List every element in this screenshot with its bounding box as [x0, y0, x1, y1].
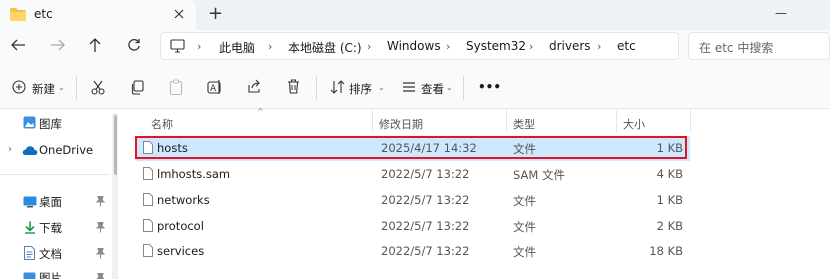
breadcrumb-item[interactable]: Windows: [387, 39, 441, 53]
svg-text:A: A: [210, 84, 217, 94]
new-tab-button[interactable]: +: [208, 5, 223, 23]
document-icon: [24, 246, 35, 260]
pane-divider: [0, 174, 110, 175]
breadcrumb-separator: ›: [367, 40, 372, 53]
rename-icon[interactable]: A: [207, 79, 223, 95]
pictures-icon: [23, 272, 36, 279]
file-modified: 2022/5/7 13:22: [381, 193, 470, 207]
breadcrumb-separator: ›: [268, 40, 273, 53]
pin-icon: [96, 273, 105, 279]
file-name[interactable]: services: [157, 244, 204, 258]
new-plus-icon[interactable]: [12, 80, 26, 94]
column-divider[interactable]: [506, 110, 507, 132]
sidebar-item-desktop[interactable]: 桌面: [39, 194, 62, 210]
desktop-icon: [23, 196, 37, 208]
pin-icon: [96, 196, 105, 207]
file-icon: [143, 193, 153, 206]
breadcrumb-item[interactable]: System32: [466, 39, 526, 53]
file-modified: 2025/4/17 14:32: [381, 141, 477, 155]
copy-icon[interactable]: [130, 80, 144, 95]
breadcrumb-separator: ›: [597, 40, 602, 53]
expand-chevron-icon[interactable]: ›: [8, 144, 12, 155]
file-size: 1 KB: [656, 141, 683, 155]
file-icon: [143, 244, 153, 257]
file-modified: 2022/5/7 13:22: [381, 244, 470, 258]
breadcrumb-item-current[interactable]: etc: [617, 39, 636, 53]
file-modified: 2022/5/7 13:22: [381, 219, 470, 233]
folder-icon: [10, 8, 26, 21]
view-icon[interactable]: [402, 81, 416, 93]
column-header-type[interactable]: 类型: [513, 116, 535, 132]
file-size: 1 KB: [656, 193, 683, 207]
pin-icon: [96, 248, 105, 259]
sidebar-item-pictures[interactable]: 图片: [39, 270, 62, 279]
column-header-modified[interactable]: 修改日期: [379, 116, 423, 132]
back-arrow-icon[interactable]: [10, 38, 26, 52]
file-name[interactable]: protocol: [157, 219, 204, 233]
chevron-down-icon: ⌄: [58, 83, 65, 92]
pin-icon: [96, 222, 105, 233]
download-arrow-icon: [24, 221, 36, 234]
search-placeholder: 在 etc 中搜索: [699, 41, 774, 55]
toolbar-divider: [463, 76, 464, 100]
file-modified: 2022/5/7 13:22: [381, 167, 470, 181]
gallery-icon: [23, 116, 36, 129]
forward-arrow-icon[interactable]: [50, 38, 66, 52]
file-name[interactable]: lmhosts.sam: [157, 167, 230, 181]
close-tab-icon[interactable]: [173, 8, 185, 20]
column-divider[interactable]: [372, 110, 373, 132]
scrollbar-track: [112, 113, 118, 279]
file-type: 文件: [513, 194, 536, 208]
file-type: 文件: [513, 142, 536, 156]
toolbar-divider: [316, 76, 317, 100]
file-type: SAM 文件: [513, 168, 565, 182]
breadcrumb-separator: ›: [446, 40, 451, 53]
chevron-down-icon: ⌄: [378, 83, 385, 92]
file-size: 2 KB: [656, 219, 683, 233]
file-type: 文件: [513, 245, 536, 259]
column-header-size[interactable]: 大小: [623, 116, 645, 132]
breadcrumb-item[interactable]: drivers: [549, 39, 591, 53]
file-name[interactable]: hosts: [157, 141, 188, 155]
breadcrumb-item[interactable]: 本地磁盘 (C:): [288, 39, 362, 56]
paste-icon[interactable]: [169, 79, 183, 95]
sidebar-item-documents[interactable]: 文档: [39, 246, 62, 262]
chevron-down-icon: ⌄: [446, 83, 453, 92]
breadcrumb-separator: ›: [529, 40, 534, 53]
sidebar-item-gallery[interactable]: 图库: [39, 116, 62, 132]
file-type: 文件: [513, 220, 536, 234]
file-name[interactable]: networks: [157, 193, 210, 207]
computer-icon: [170, 39, 185, 53]
toolbar-divider: [76, 76, 77, 100]
sidebar-item-downloads[interactable]: 下载: [39, 220, 62, 236]
share-icon[interactable]: [247, 79, 262, 94]
file-icon: [143, 219, 153, 232]
refresh-icon[interactable]: [127, 38, 141, 52]
breadcrumb-item[interactable]: 此电脑: [219, 39, 255, 56]
sort-icon[interactable]: [330, 80, 345, 94]
tab-title: etc: [34, 7, 53, 21]
view-button[interactable]: 查看: [421, 81, 444, 97]
file-icon: [143, 167, 153, 180]
cut-icon[interactable]: [91, 80, 105, 95]
column-header-name[interactable]: 名称: [151, 116, 173, 132]
tab-etc[interactable]: [0, 0, 196, 30]
sort-up-chevron-icon: ^: [257, 107, 264, 116]
file-size: 4 KB: [656, 167, 683, 181]
minimize-button[interactable]: —: [775, 6, 787, 20]
more-options-button[interactable]: •••: [478, 80, 501, 94]
breadcrumb-separator: ›: [197, 40, 202, 53]
sidebar-item-onedrive[interactable]: OneDrive: [39, 143, 93, 157]
up-arrow-icon[interactable]: [88, 37, 102, 53]
file-icon: [143, 141, 153, 154]
column-divider[interactable]: [690, 110, 691, 132]
sort-button[interactable]: 排序: [349, 81, 372, 97]
new-button[interactable]: 新建: [32, 81, 55, 97]
file-size: 18 KB: [649, 244, 683, 258]
onedrive-cloud-icon: [22, 145, 38, 156]
column-divider[interactable]: [616, 110, 617, 132]
delete-icon[interactable]: [287, 79, 300, 94]
